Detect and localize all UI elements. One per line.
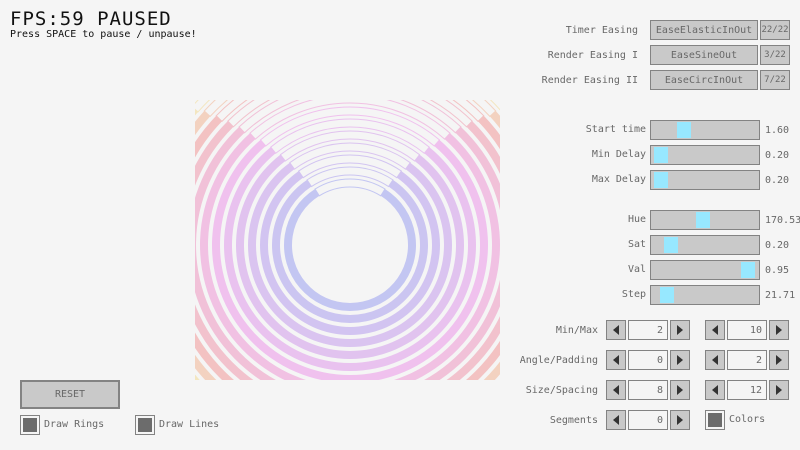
slider-track[interactable] (650, 170, 760, 190)
spinner-decrement[interactable] (606, 350, 626, 370)
ring-arc-outline (279, 130, 421, 162)
slider-track[interactable] (650, 235, 760, 255)
ring-arc (284, 189, 416, 311)
slider-label: Max Delay (591, 174, 646, 185)
draw-lines-checkbox-mark (138, 418, 152, 432)
slider-track[interactable] (650, 120, 760, 140)
slider-value: 21.71 (765, 290, 796, 301)
spinner-increment[interactable] (670, 410, 690, 430)
spinner-value[interactable]: 2 (727, 350, 767, 370)
rings-visualization (195, 100, 500, 380)
spinner-decrement[interactable] (606, 380, 626, 400)
spinner-value[interactable]: 8 (628, 380, 668, 400)
slider-value: 0.95 (765, 265, 790, 276)
colors-label: Colors (729, 414, 766, 425)
slider-track[interactable] (650, 260, 760, 280)
fps-status: FPS:59 PAUSED (10, 8, 172, 30)
arrow-right-icon (776, 385, 782, 395)
colors-checkbox-mark (708, 413, 722, 427)
spinner-label: Segments (549, 415, 598, 426)
slider-label: Sat (627, 239, 646, 250)
spinner-value[interactable]: 0 (628, 410, 668, 430)
spinner-value[interactable]: 12 (727, 380, 767, 400)
spinner-decrement[interactable] (705, 380, 725, 400)
arrow-left-icon (613, 355, 619, 365)
draw-lines-checkbox[interactable] (135, 415, 155, 435)
arrow-right-icon (677, 385, 683, 395)
arrow-left-icon (712, 385, 718, 395)
draw-lines-label: Draw Lines (159, 419, 220, 430)
easing-count: 3/22 (760, 45, 790, 65)
slider-label: Start time (585, 124, 646, 135)
ring-arc-outline (227, 100, 473, 128)
ring-arc-outline (314, 178, 386, 197)
slider-value: 1.60 (765, 125, 790, 136)
slider-thumb[interactable] (696, 212, 710, 228)
arrow-left-icon (613, 385, 619, 395)
slider-track[interactable] (650, 210, 760, 230)
arrow-left-icon (712, 355, 718, 365)
slider-label: Step (621, 289, 646, 300)
arrow-left-icon (613, 325, 619, 335)
spinner-label: Angle/Padding (519, 355, 598, 366)
slider-label: Min Delay (591, 149, 646, 160)
slider-value: 0.20 (765, 175, 790, 186)
spinner-increment[interactable] (670, 320, 690, 340)
slider-value: 0.20 (765, 240, 790, 251)
spinner-value[interactable]: 2 (628, 320, 668, 340)
spinner-increment[interactable] (769, 320, 789, 340)
slider-thumb[interactable] (677, 122, 691, 138)
arrow-right-icon (776, 355, 782, 365)
draw-rings-checkbox[interactable] (20, 415, 40, 435)
easing-label: Render Easing I (547, 50, 638, 61)
spinner-label: Size/Spacing (525, 385, 598, 396)
easing-select[interactable]: EaseSineOut (650, 45, 758, 65)
slider-value: 170.53 (765, 215, 800, 226)
spinner-label: Min/Max (555, 325, 598, 336)
slider-track[interactable] (650, 285, 760, 305)
easing-select[interactable]: EaseCircInOut (650, 70, 758, 90)
spinner-decrement[interactable] (606, 410, 626, 430)
slider-track[interactable] (650, 145, 760, 165)
slider-thumb[interactable] (654, 172, 668, 188)
slider-thumb[interactable] (654, 147, 668, 163)
easing-label: Render Easing II (541, 75, 638, 86)
spinner-value[interactable]: 0 (628, 350, 668, 370)
slider-thumb[interactable] (660, 287, 674, 303)
reset-button[interactable]: RESET (20, 380, 120, 409)
arrow-right-icon (677, 325, 683, 335)
easing-count: 22/22 (760, 20, 790, 40)
ring-arc-outline (270, 118, 430, 154)
ring-arc (272, 179, 428, 323)
colors-checkbox[interactable] (705, 410, 725, 430)
spinner-decrement[interactable] (705, 350, 725, 370)
easing-label: Timer Easing (565, 25, 638, 36)
slider-label: Val (627, 264, 646, 275)
slider-thumb[interactable] (664, 237, 678, 253)
pause-hint: Press SPACE to pause / unpause! (10, 29, 197, 40)
spinner-increment[interactable] (670, 350, 690, 370)
draw-rings-label: Draw Rings (44, 419, 105, 430)
arrow-right-icon (776, 325, 782, 335)
spinner-increment[interactable] (670, 380, 690, 400)
spinner-decrement[interactable] (705, 320, 725, 340)
spinner-decrement[interactable] (606, 320, 626, 340)
spinner-value[interactable]: 10 (727, 320, 767, 340)
draw-rings-checkbox-mark (23, 418, 37, 432)
ring-arc-outline (249, 100, 451, 140)
spinner-increment[interactable] (769, 350, 789, 370)
slider-value: 0.20 (765, 150, 790, 161)
slider-label: Hue (627, 214, 646, 225)
spinner-increment[interactable] (769, 380, 789, 400)
ring-arc-outline (306, 166, 394, 188)
easing-select[interactable]: EaseElasticInOut (650, 20, 758, 40)
easing-count: 7/22 (760, 70, 790, 90)
arrow-right-icon (677, 415, 683, 425)
arrow-left-icon (613, 415, 619, 425)
arrow-left-icon (712, 325, 718, 335)
slider-thumb[interactable] (741, 262, 755, 278)
arrow-right-icon (677, 355, 683, 365)
